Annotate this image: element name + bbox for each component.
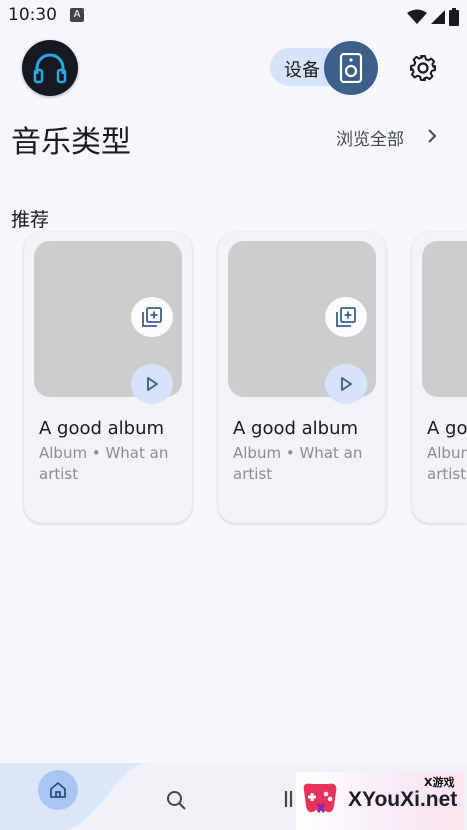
- notification-badge-icon: A: [70, 8, 84, 22]
- speaker-button[interactable]: [324, 41, 378, 95]
- nav-search[interactable]: [160, 784, 192, 816]
- device-label: 设备: [284, 60, 320, 81]
- album-art: [422, 241, 467, 397]
- speaker-icon: [339, 53, 363, 83]
- battery-icon: [449, 8, 459, 26]
- play-icon: [341, 377, 352, 391]
- headphones-icon: [33, 53, 67, 84]
- album-title: A good album: [39, 418, 165, 439]
- album-subtitle: Album • What an artist: [427, 443, 467, 487]
- gamepad-logo-icon: [303, 783, 337, 813]
- recommended-title: 推荐: [11, 209, 50, 231]
- play-icon: [147, 377, 158, 391]
- album-title: A good album: [233, 418, 359, 439]
- gear-icon: [410, 55, 436, 81]
- album-subtitle: Album • What an artist: [233, 444, 363, 483]
- album-card[interactable]: A good album Album • What an artist: [412, 232, 467, 523]
- status-icons: [407, 8, 459, 26]
- album-subtitle: Album • What an artist: [39, 444, 169, 483]
- chevron-right-icon[interactable]: [424, 126, 440, 146]
- browse-all-link[interactable]: 浏览全部: [336, 125, 404, 150]
- settings-button[interactable]: [405, 50, 441, 86]
- search-icon: [167, 791, 186, 810]
- album-card[interactable]: A good album Album • What an artist: [24, 232, 192, 523]
- add-to-library-button[interactable]: [131, 297, 173, 337]
- watermark-text: XYouXi.net: [348, 788, 458, 811]
- library-add-icon: [142, 307, 162, 327]
- library-add-icon: [336, 307, 356, 327]
- album-card[interactable]: A good album Album • What an artist: [218, 232, 386, 523]
- status-bar: 10:30 A: [0, 0, 467, 34]
- status-time: 10:30: [8, 5, 57, 25]
- home-icon: [50, 782, 66, 798]
- add-to-library-button[interactable]: [325, 297, 367, 337]
- album-subtitle-text: Album • What an artist: [427, 444, 467, 483]
- app-logo[interactable]: [22, 40, 78, 96]
- play-button[interactable]: [131, 364, 173, 404]
- play-button[interactable]: [325, 364, 367, 404]
- cellular-icon: [431, 10, 445, 24]
- section-title: 音乐类型: [11, 125, 131, 160]
- album-title: A good album: [427, 418, 467, 439]
- wifi-icon: [407, 9, 427, 24]
- nav-home[interactable]: [38, 770, 78, 810]
